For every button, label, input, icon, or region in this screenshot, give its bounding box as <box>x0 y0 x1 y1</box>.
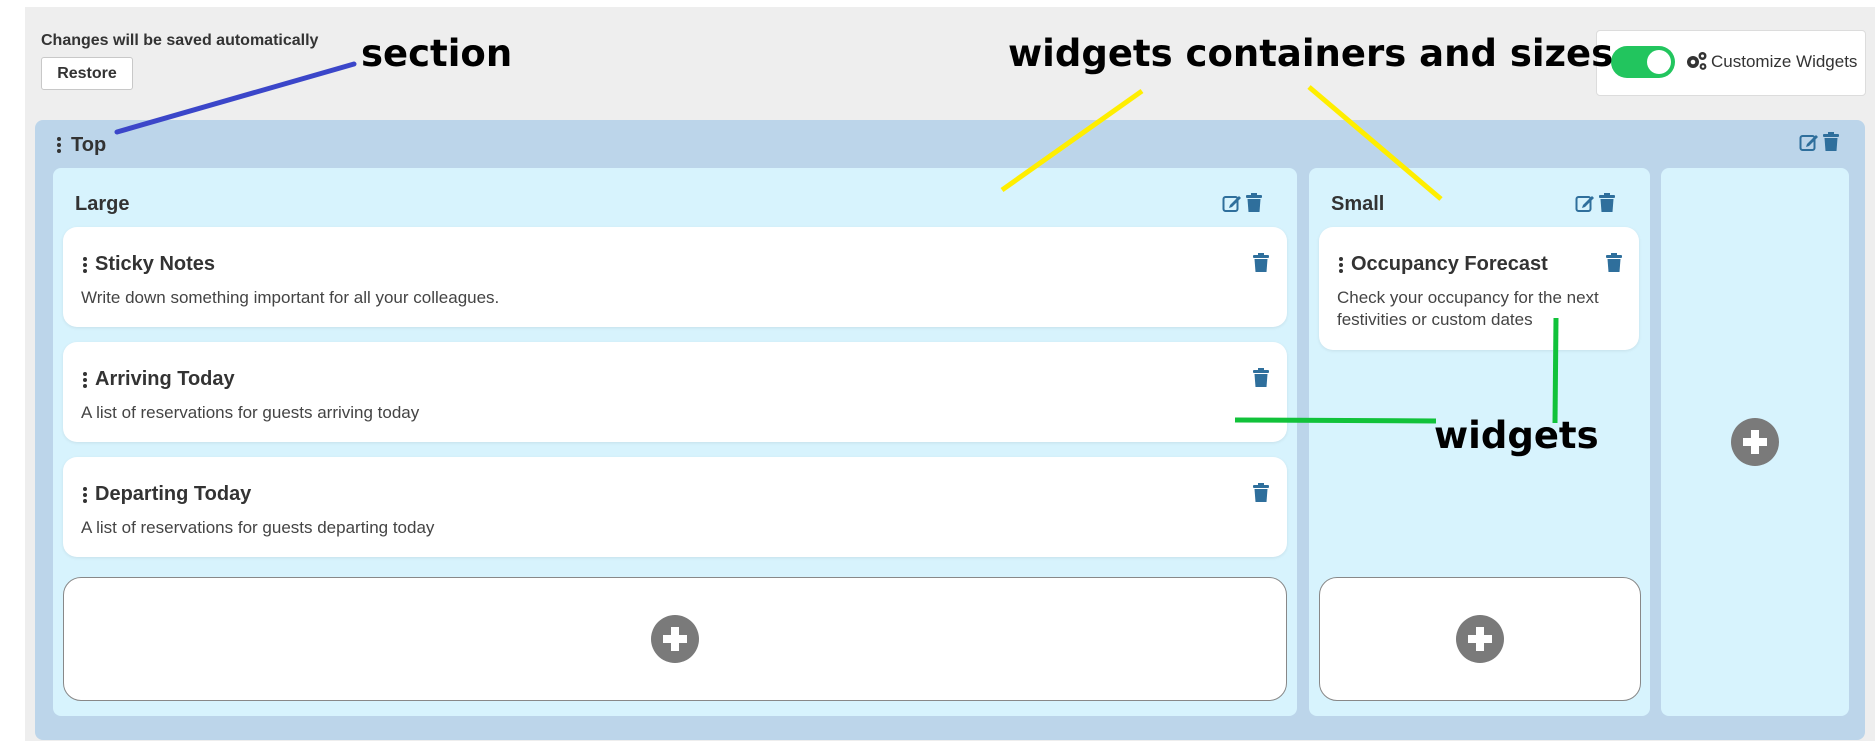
container-large: Large Sticky Notes Write down something … <box>53 168 1297 716</box>
container-title: Small <box>1331 193 1385 215</box>
trash-icon[interactable] <box>1251 253 1271 273</box>
plus-icon[interactable] <box>1731 418 1779 466</box>
customize-widgets-label: Customize Widgets <box>1711 52 1858 71</box>
widget-arriving-today[interactable]: Arriving Today A list of reservations fo… <box>63 342 1287 442</box>
annotation-containers: widgets containers and sizes <box>1008 32 1614 75</box>
widget-sticky-notes[interactable]: Sticky Notes Write down something import… <box>63 227 1287 327</box>
widget-description: A list of reservations for guests depart… <box>81 518 435 537</box>
drag-handle-icon[interactable] <box>81 256 89 274</box>
widget-description: A list of reservations for guests arrivi… <box>81 403 420 422</box>
widget-header: Occupancy Forecast <box>1337 253 1548 276</box>
trash-icon[interactable] <box>1821 132 1841 152</box>
container-title: Large <box>75 193 130 215</box>
edit-icon[interactable] <box>1575 193 1595 213</box>
widget-header: Arriving Today <box>81 368 235 391</box>
drag-handle-icon[interactable] <box>55 136 63 154</box>
widget-description-line: festivities or custom dates <box>1337 310 1533 329</box>
widget-description: Check your occupancy for the next festiv… <box>1337 287 1599 331</box>
add-container-slot[interactable] <box>1661 168 1849 716</box>
autosave-note: Changes will be saved automatically <box>41 32 319 49</box>
widget-title: Arriving Today <box>95 368 235 390</box>
customize-widgets-panel: Customize Widgets <box>1596 30 1866 96</box>
annotation-widgets: widgets <box>1434 414 1599 457</box>
trash-icon[interactable] <box>1244 193 1264 213</box>
plus-icon[interactable] <box>651 615 699 663</box>
plus-icon[interactable] <box>1456 615 1504 663</box>
widget-title: Occupancy Forecast <box>1351 253 1548 275</box>
widget-description-line: Check your occupancy for the next <box>1337 288 1599 307</box>
trash-icon[interactable] <box>1604 253 1624 273</box>
widget-title: Sticky Notes <box>95 253 216 275</box>
toggle-knob <box>1647 50 1671 74</box>
add-widget-slot[interactable] <box>63 577 1287 701</box>
drag-handle-icon[interactable] <box>81 486 89 504</box>
edit-icon[interactable] <box>1799 132 1819 152</box>
edit-icon[interactable] <box>1222 193 1242 213</box>
widget-header: Departing Today <box>81 483 251 506</box>
section-title: Top <box>71 133 107 156</box>
trash-icon[interactable] <box>1597 193 1617 213</box>
drag-handle-icon[interactable] <box>81 371 89 389</box>
widget-description: Write down something important for all y… <box>81 288 500 307</box>
trash-icon[interactable] <box>1251 368 1271 388</box>
widget-header: Sticky Notes <box>81 253 215 276</box>
gear-icon <box>1687 52 1707 70</box>
annotation-section: section <box>361 32 513 75</box>
customize-toggle[interactable] <box>1611 46 1675 78</box>
widget-departing-today[interactable]: Departing Today A list of reservations f… <box>63 457 1287 557</box>
widget-occupancy-forecast[interactable]: Occupancy Forecast Check your occupancy … <box>1319 227 1639 350</box>
restore-button[interactable]: Restore <box>41 57 133 90</box>
drag-handle-icon[interactable] <box>1337 256 1345 274</box>
trash-icon[interactable] <box>1251 483 1271 503</box>
add-widget-slot[interactable] <box>1319 577 1641 701</box>
section-header: Top <box>55 132 106 158</box>
widget-title: Departing Today <box>95 483 252 505</box>
